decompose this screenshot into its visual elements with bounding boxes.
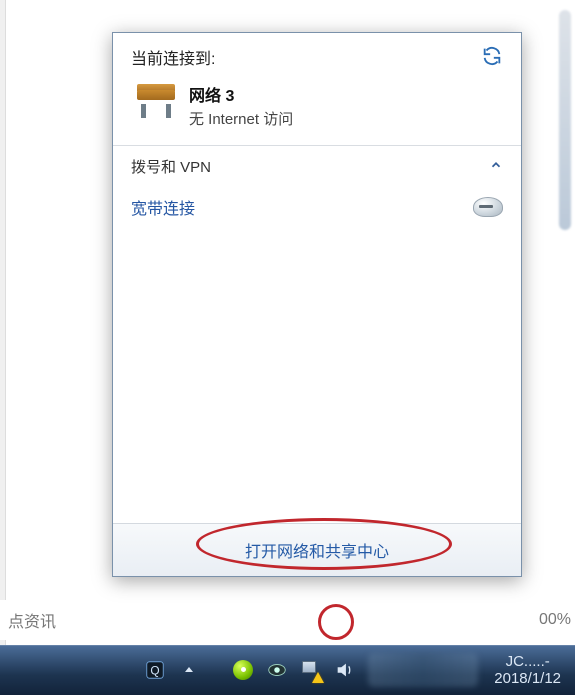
tray-expand-icon[interactable] (176, 656, 202, 684)
broadband-connection-row[interactable]: 宽带连接 (113, 183, 521, 225)
clock-date: 2018/1/12 (494, 670, 561, 687)
bench-icon (135, 84, 177, 118)
svg-text:Q: Q (151, 664, 160, 678)
tray-blurred-area (368, 653, 479, 687)
status-left-text: 点资讯 (8, 608, 56, 632)
taskbar-clock[interactable]: JC.....- 2018/1/12 (484, 649, 575, 692)
modem-icon (473, 197, 503, 217)
chevron-up-icon (489, 158, 503, 176)
refresh-icon[interactable] (481, 45, 503, 72)
flyout-footer: 打开网络和共享中心 (113, 523, 521, 576)
open-network-center-link[interactable]: 打开网络和共享中心 (245, 544, 389, 561)
status-strip: 点资讯 00% (0, 600, 575, 640)
clock-time: JC.....- (494, 653, 561, 670)
zoom-level: 00% (539, 611, 571, 629)
network-flyout: 当前连接到: 网络 3 无 Internet 访问 拨号和 VPN (112, 32, 522, 577)
scrollbar[interactable] (559, 10, 571, 230)
tray-eye-icon[interactable] (264, 656, 290, 684)
tray-network-icon[interactable] (298, 656, 324, 684)
tray-volume-icon[interactable] (332, 656, 358, 684)
network-name: 网络 3 (189, 82, 293, 106)
left-gutter (0, 0, 6, 695)
tray-ball-icon[interactable] (230, 656, 256, 684)
current-network-row[interactable]: 网络 3 无 Internet 访问 (131, 82, 503, 129)
dial-vpn-header[interactable]: 拨号和 VPN (113, 146, 521, 183)
taskbar: Q JC.....- 2018/1/12 (0, 645, 575, 695)
flyout-title: 当前连接到: (131, 45, 215, 69)
tray-q-icon[interactable]: Q (142, 656, 168, 684)
dial-vpn-label: 拨号和 VPN (131, 156, 211, 177)
network-status: 无 Internet 访问 (189, 108, 293, 129)
broadband-label: 宽带连接 (131, 195, 195, 219)
